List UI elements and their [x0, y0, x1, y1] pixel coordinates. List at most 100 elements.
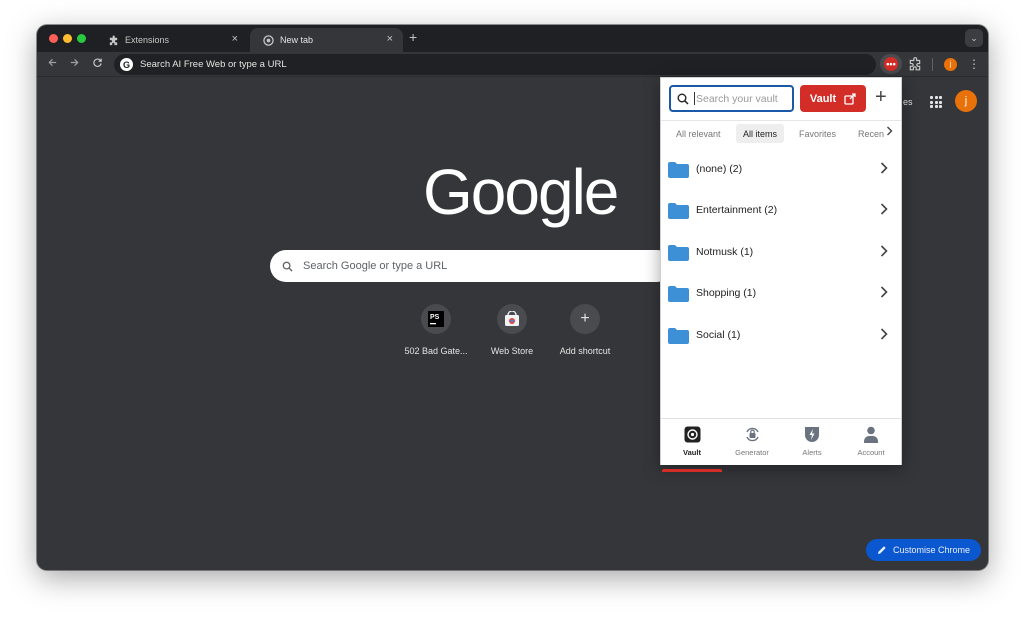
folder-row-entertainment[interactable]: Entertainment (2)	[661, 191, 901, 232]
tab-all-relevant[interactable]: All relevant	[669, 124, 728, 143]
back-button[interactable]	[45, 57, 59, 71]
close-icon[interactable]: ×	[232, 33, 238, 45]
reload-icon	[92, 58, 102, 67]
folder-icon	[668, 203, 689, 219]
folder-label: Notmusk (1)	[696, 246, 754, 258]
search-placeholder: Search Google or type a URL	[303, 260, 448, 272]
shortcut-label: Add shortcut	[559, 346, 611, 356]
new-tab-button[interactable]: +	[409, 29, 417, 45]
shortcut-label: 502 Bad Gate...	[404, 346, 468, 356]
toolbar-divider	[932, 58, 933, 71]
tab-recent[interactable]: Recen	[851, 124, 885, 143]
folder-icon	[668, 286, 689, 302]
close-icon[interactable]: ×	[387, 33, 393, 45]
folder-row-notmusk[interactable]: Notmusk (1)	[661, 233, 901, 274]
chevron-right-icon	[880, 327, 888, 343]
forward-button[interactable]	[67, 57, 81, 71]
nav-label: Vault	[683, 448, 701, 457]
generator-icon	[722, 425, 782, 443]
chevron-right-icon[interactable]	[886, 126, 893, 139]
minimize-window-button[interactable]	[63, 34, 72, 43]
web-store-icon	[497, 304, 527, 334]
shortcut-502-bad-gateway[interactable]: PS 502 Bad Gate...	[398, 304, 474, 356]
chrome-icon	[262, 34, 274, 46]
folder-icon	[668, 162, 689, 178]
customise-label: Customise Chrome	[893, 545, 971, 555]
folder-label: Social (1)	[696, 329, 741, 341]
images-link[interactable]: es	[903, 97, 913, 107]
maximize-window-button[interactable]	[77, 34, 86, 43]
folder-icon	[668, 328, 689, 344]
nav-alerts[interactable]: Alerts	[782, 425, 842, 457]
puzzle-icon	[909, 57, 921, 71]
add-shortcut-button[interactable]: + Add shortcut	[547, 304, 623, 356]
folder-icon	[668, 245, 689, 261]
account-icon	[841, 425, 901, 443]
vault-search-input[interactable]: Search your vault	[669, 85, 794, 112]
folder-label: Entertainment (2)	[696, 204, 778, 216]
search-icon	[677, 93, 689, 105]
vault-icon	[662, 425, 722, 443]
profile-avatar[interactable]: j	[944, 58, 957, 71]
google-account-avatar[interactable]: j	[955, 90, 977, 112]
chrome-menu-button[interactable]: ⋮	[968, 57, 980, 71]
address-bar[interactable]: G Search AI Free Web or type a URL	[114, 54, 876, 75]
divider	[661, 120, 901, 121]
pencil-icon	[878, 546, 886, 554]
popup-bottom-nav: Vault Generator Alerts Account	[661, 418, 901, 472]
add-item-button[interactable]: +	[875, 87, 887, 107]
tab-strip: Extensions × New tab × + ⌄	[37, 25, 988, 52]
extensions-menu-button[interactable]	[908, 57, 922, 71]
nav-generator[interactable]: Generator	[722, 425, 782, 457]
lastpass-icon: •••	[884, 57, 898, 71]
nav-label: Account	[857, 448, 885, 457]
vault-button-label: Vault	[809, 92, 837, 105]
puzzle-icon	[107, 34, 119, 46]
customise-chrome-button[interactable]: Customise Chrome	[866, 539, 982, 561]
arrow-right-icon	[70, 58, 79, 67]
plus-icon: +	[570, 304, 600, 334]
tab-new-tab[interactable]: New tab ×	[250, 28, 403, 52]
reload-button[interactable]	[90, 57, 104, 71]
folder-label: (none) (2)	[696, 163, 743, 175]
vault-search-placeholder: Search your vault	[696, 92, 778, 105]
external-link-icon	[844, 92, 856, 105]
google-search-box[interactable]: Search Google or type a URL	[270, 250, 676, 282]
lastpass-extension-button[interactable]: •••	[880, 54, 902, 74]
shortcut-web-store[interactable]: Web Store	[474, 304, 550, 356]
nav-label: Alerts	[802, 448, 822, 457]
search-icon	[282, 261, 293, 272]
tab-search-button[interactable]: ⌄	[965, 29, 983, 47]
folder-row-none[interactable]: (none) (2)	[661, 150, 901, 191]
shortcut-label: Web Store	[490, 346, 534, 356]
svg-text:PS: PS	[430, 314, 440, 321]
tab-extensions[interactable]: Extensions ×	[95, 28, 248, 52]
nav-label: Generator	[735, 448, 769, 457]
open-vault-button[interactable]: Vault	[800, 85, 866, 112]
folder-row-shopping[interactable]: Shopping (1)	[661, 274, 901, 315]
jetbrains-icon: PS	[421, 304, 451, 334]
chevron-right-icon	[880, 285, 888, 301]
nav-account[interactable]: Account	[841, 425, 901, 457]
folder-label: Shopping (1)	[696, 287, 757, 299]
chevron-right-icon	[880, 244, 888, 260]
tab-label: New tab	[280, 35, 314, 45]
chevron-right-icon	[880, 161, 888, 177]
tab-favorites[interactable]: Favorites	[792, 124, 843, 143]
text-caret	[694, 92, 695, 105]
address-bar-text: Search AI Free Web or type a URL	[140, 59, 287, 70]
google-logo: Google	[423, 156, 619, 228]
arrow-left-icon	[47, 58, 56, 67]
apps-grid-icon[interactable]	[930, 96, 942, 108]
toolbar: G Search AI Free Web or type a URL ••• j…	[37, 52, 988, 77]
folder-row-social[interactable]: Social (1)	[661, 316, 901, 357]
close-window-button[interactable]	[49, 34, 58, 43]
google-g-icon: G	[120, 58, 133, 71]
lastpass-popup: Search your vault Vault + All relevant A…	[660, 77, 902, 472]
active-indicator	[662, 469, 722, 472]
nav-vault[interactable]: Vault	[662, 425, 722, 472]
tab-all-items[interactable]: All items	[736, 124, 785, 143]
chevron-right-icon	[880, 202, 888, 218]
alerts-icon	[782, 425, 842, 443]
tab-label: Extensions	[125, 35, 170, 45]
